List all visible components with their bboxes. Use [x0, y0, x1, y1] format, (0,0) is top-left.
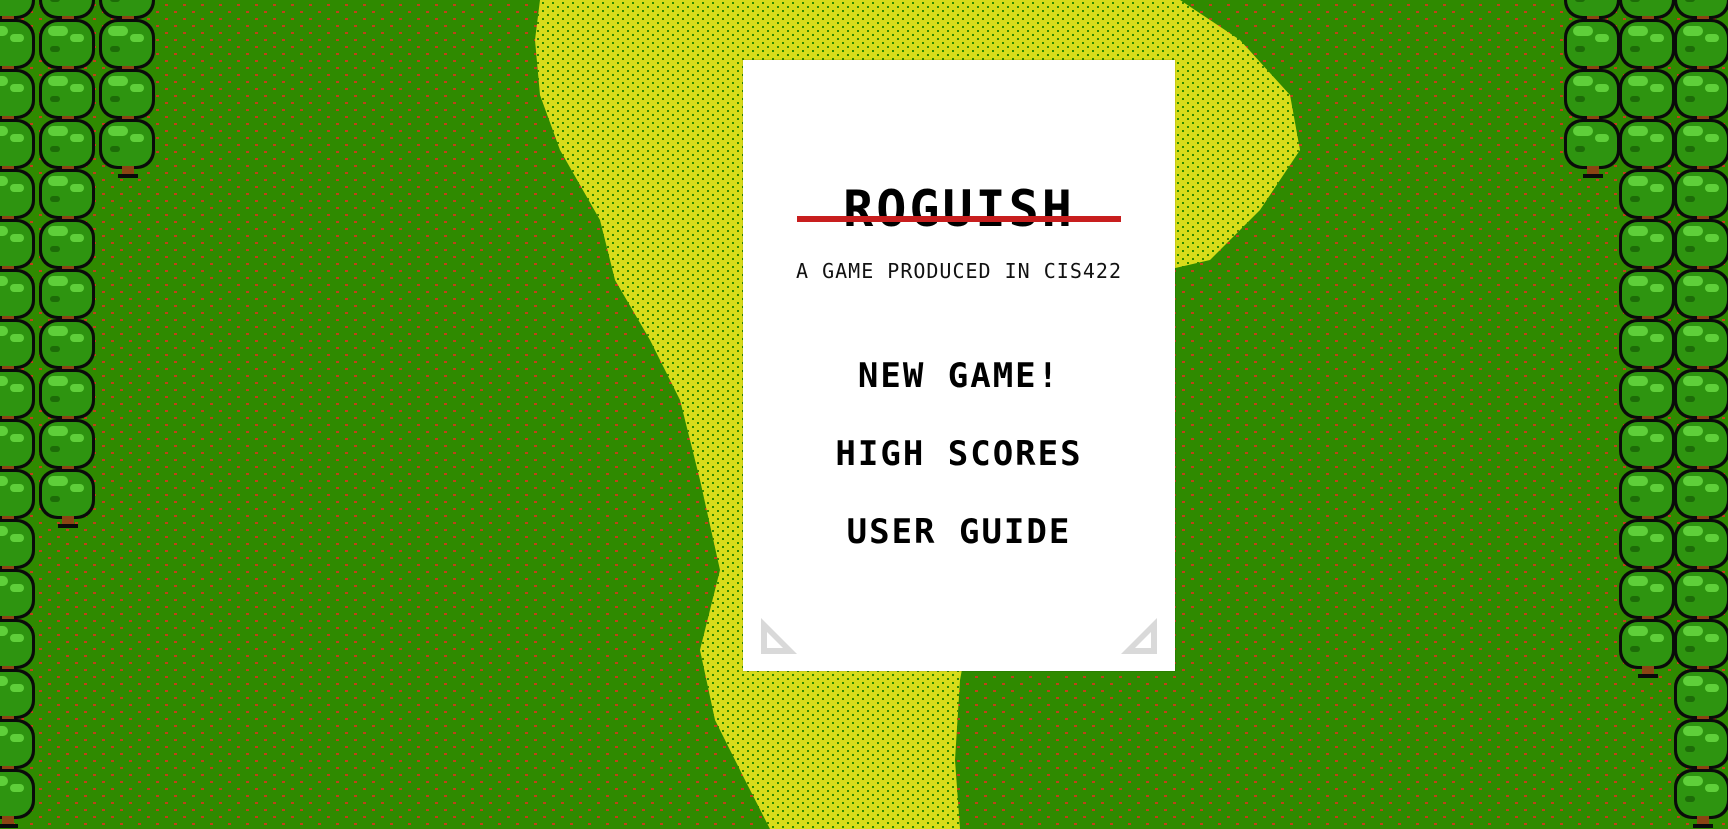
new-game-button[interactable]: NEW GAME! — [743, 359, 1175, 393]
user-guide-button[interactable]: USER GUIDE — [743, 515, 1175, 549]
corner-fold-right-icon — [1121, 618, 1157, 654]
game-subtitle: A GAME PRODUCED IN CIS422 — [795, 259, 1123, 283]
game-title: ROGUISH — [843, 180, 1075, 238]
high-scores-button[interactable]: HIGH SCORES — [743, 437, 1175, 471]
main-menu-card: ROGUISH A GAME PRODUCED IN CIS422 NEW GA… — [743, 60, 1175, 671]
corner-fold-left-icon — [761, 618, 797, 654]
title-underline — [797, 216, 1121, 222]
